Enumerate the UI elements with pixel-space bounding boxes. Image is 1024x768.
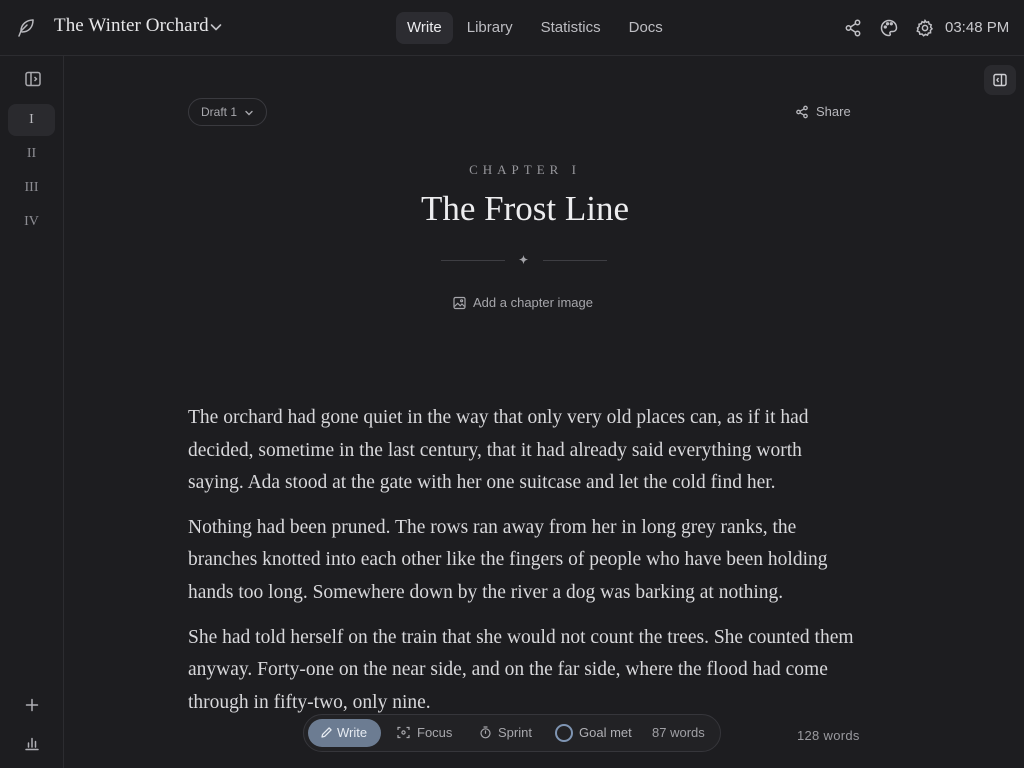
share-label: Share [816, 104, 851, 119]
right-panel-toggle[interactable] [984, 65, 1016, 95]
sprint-button[interactable]: Sprint [479, 719, 532, 747]
write-mode-button[interactable]: Write [308, 719, 381, 747]
focus-label: Focus [417, 725, 453, 740]
paragraph[interactable]: She had told herself on the train that s… [188, 622, 858, 720]
sparkle-icon [518, 254, 529, 265]
goal-word-count: 87 words [652, 725, 705, 740]
ornament-divider [441, 250, 607, 270]
paragraph[interactable]: Nothing had been pruned. The rows ran aw… [188, 512, 858, 610]
writing-toolbar: Write Focus Sprint Goal met 87 words [303, 714, 721, 752]
add-image-label: Add a chapter image [473, 295, 593, 310]
manuscript-body[interactable]: The orchard had gone quiet in the way th… [188, 402, 858, 731]
focus-icon [397, 726, 410, 739]
pencil-icon [321, 727, 332, 738]
sidebar-toggle-icon[interactable] [24, 70, 42, 88]
draft-selector[interactable]: Draft 1 [188, 98, 267, 126]
clock-time: 03:48 PM [945, 19, 1010, 36]
focus-mode-button[interactable]: Focus [397, 719, 452, 747]
timer-icon [480, 726, 491, 739]
chevron-down-icon [245, 110, 253, 116]
gear-icon[interactable] [915, 18, 935, 38]
paragraph[interactable]: The orchard had gone quiet in the way th… [188, 402, 858, 500]
plus-icon[interactable] [23, 696, 41, 714]
project-title[interactable]: The Winter Orchard [54, 15, 209, 37]
bar-chart-icon[interactable] [23, 734, 41, 752]
panel-icon [993, 73, 1007, 87]
chapter-label: CHAPTER I [469, 162, 581, 177]
feather-icon[interactable] [14, 16, 38, 40]
main-nav: Write Library Statistics Docs [396, 12, 677, 44]
palette-icon[interactable] [879, 18, 899, 38]
nav-statistics[interactable]: Statistics [527, 12, 615, 44]
top-bar: The Winter Orchard Write Library Statist… [0, 0, 1024, 56]
share-button[interactable]: Share [795, 103, 851, 121]
draft-label: Draft 1 [201, 105, 238, 119]
share-icon[interactable] [843, 18, 863, 38]
share-icon [796, 105, 808, 119]
goal-status: Goal met [579, 725, 632, 740]
goal-progress-ring[interactable] [555, 724, 573, 742]
sprint-label: Sprint [498, 725, 532, 740]
nav-library[interactable]: Library [453, 12, 527, 44]
chapter-title[interactable]: The Frost Line [0, 189, 1024, 229]
write-label: Write [337, 725, 368, 740]
nav-write[interactable]: Write [396, 12, 453, 44]
total-word-count: 128 words [797, 728, 860, 743]
add-chapter-image-button[interactable]: Add a chapter image [453, 295, 593, 311]
image-add-icon [453, 296, 466, 310]
chapter-nav-i[interactable]: I [8, 104, 55, 136]
chevron-down-icon[interactable] [208, 19, 224, 35]
nav-docs[interactable]: Docs [615, 12, 677, 44]
